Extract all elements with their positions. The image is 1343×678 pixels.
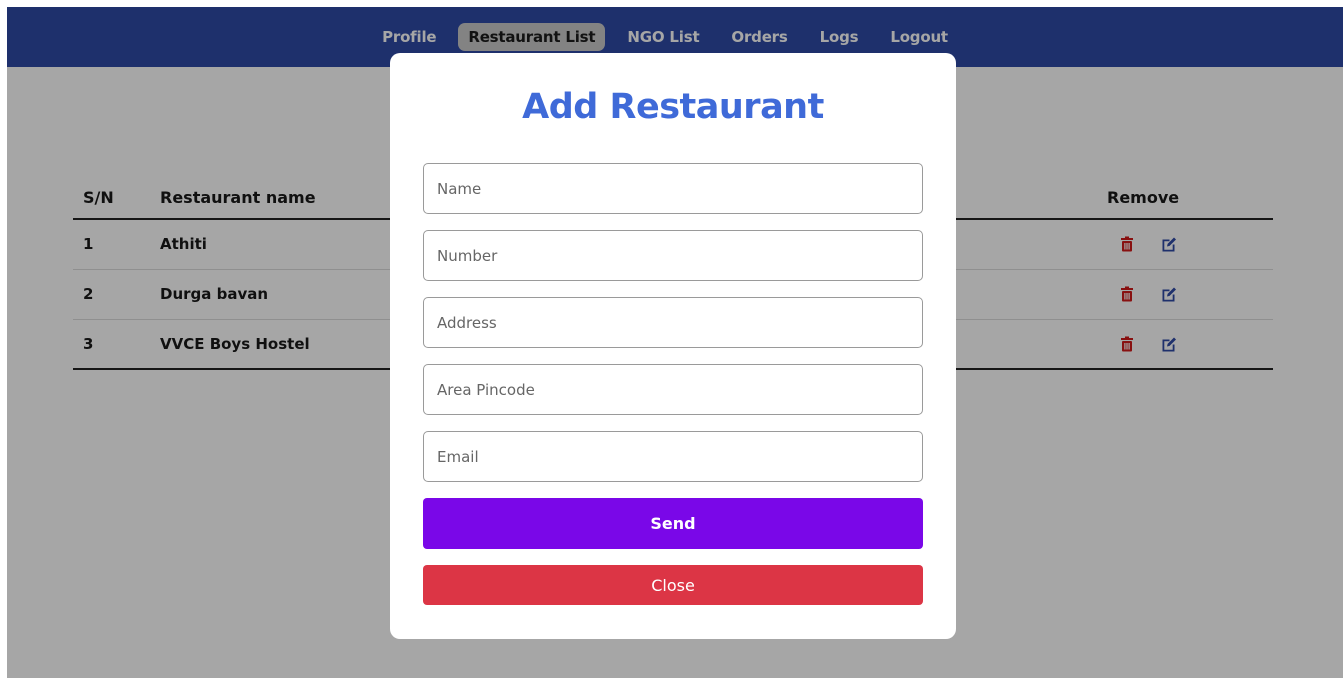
app-frame: Profile Restaurant List NGO List Orders …	[7, 7, 1343, 678]
modal-title: Add Restaurant	[522, 87, 824, 127]
address-input[interactable]	[423, 297, 923, 348]
name-input[interactable]	[423, 163, 923, 214]
email-input[interactable]	[423, 431, 923, 482]
add-restaurant-modal: Add Restaurant Send Close	[390, 53, 956, 639]
number-input[interactable]	[423, 230, 923, 281]
send-button[interactable]: Send	[423, 498, 923, 549]
area-pincode-input[interactable]	[423, 364, 923, 415]
close-button[interactable]: Close	[423, 565, 923, 605]
